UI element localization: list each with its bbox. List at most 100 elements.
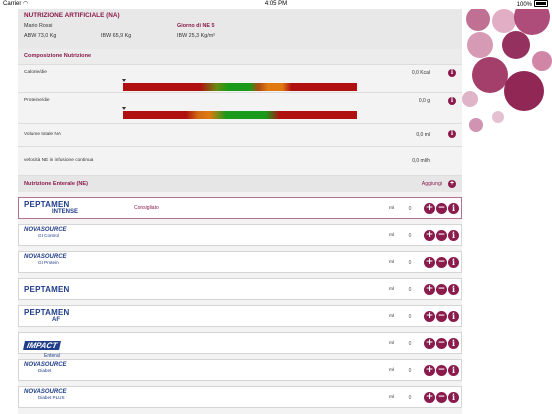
- battery-icon: [534, 0, 548, 7]
- unit-label: ml: [389, 395, 395, 400]
- proteins-value: 0,0 g: [418, 98, 430, 104]
- ibw-value: IBW 65,9 Kg: [101, 33, 132, 39]
- enteral-header: Nutrizione Enterale (NE) Aggiungi +: [18, 175, 462, 192]
- product-row[interactable]: PEPTAMEN ml +−i: [18, 278, 462, 300]
- product-logo: NOVASOURCE Diabet PLUS: [24, 389, 84, 407]
- unit-label: ml: [389, 368, 395, 373]
- quantity-input[interactable]: [399, 203, 421, 214]
- page-title: NUTRIZIONE ARTIFICIALE (NA): [24, 12, 120, 19]
- product-variant: GI Protein: [38, 260, 59, 265]
- product-brand: PEPTAMEN: [24, 200, 70, 209]
- info-icon[interactable]: i: [448, 230, 459, 241]
- product-logo: PEPTAMEN AF: [24, 308, 84, 326]
- decrease-button[interactable]: −: [436, 365, 447, 376]
- calories-gauge: [123, 83, 357, 91]
- decrease-button[interactable]: −: [436, 338, 447, 349]
- product-logo: IMPACT Enteral: [23, 335, 84, 359]
- clock: 4:05 PM: [264, 1, 288, 7]
- info-icon[interactable]: i: [448, 257, 459, 268]
- patient-header: NUTRIZIONE ARTIFICIALE (NA) Mario Rossi …: [18, 9, 462, 49]
- product-row[interactable]: NOVASOURCEDiabet ml +−i: [18, 359, 462, 381]
- increase-button[interactable]: +: [424, 392, 435, 403]
- volume-row: Volume totale NA 0,0 ml i: [18, 123, 462, 146]
- increase-button[interactable]: +: [424, 257, 435, 268]
- unit-label: ml: [389, 341, 395, 346]
- increase-button[interactable]: +: [424, 338, 435, 349]
- decrease-button[interactable]: −: [436, 392, 447, 403]
- volume-value: 0,0 ml: [416, 132, 430, 138]
- product-brand: IMPACT: [23, 341, 62, 350]
- abw-value: ABW 73,0 Kg: [24, 33, 57, 39]
- decrease-button[interactable]: −: [436, 257, 447, 268]
- calories-value: 0,0 Kcal: [411, 70, 430, 76]
- quantity-input[interactable]: [399, 257, 421, 268]
- product-row[interactable]: IMPACTEnteral ml +−i: [18, 332, 462, 359]
- decrease-button[interactable]: −: [436, 203, 447, 214]
- unit-label: ml: [389, 314, 395, 319]
- proteins-row: Proteine/die 0,0 g i: [18, 92, 462, 123]
- add-icon[interactable]: +: [448, 180, 456, 188]
- product-row[interactable]: PEPTAMENAF ml +−i: [18, 305, 462, 327]
- increase-button[interactable]: +: [424, 284, 435, 295]
- unit-label: ml: [389, 287, 395, 292]
- info-icon[interactable]: i: [448, 392, 459, 403]
- product-logo: NOVASOURCE GI Protein: [24, 254, 84, 272]
- proteins-gauge: [123, 111, 357, 119]
- infusion-rate-row: velocità NE in infusione continua 0,0 ml…: [18, 146, 462, 175]
- product-variant: GI Control: [38, 233, 59, 238]
- calories-row: Calorie/die 0,0 Kcal i: [18, 64, 462, 92]
- product-brand: PEPTAMEN: [24, 285, 70, 294]
- unit-label: ml: [389, 260, 395, 265]
- proteins-label: Proteine/die: [24, 98, 50, 103]
- info-icon[interactable]: i: [448, 130, 456, 138]
- product-list: PEPTAMENINTENSEConsigliatoml+−iNOVASOURC…: [18, 197, 462, 408]
- increase-button[interactable]: +: [424, 203, 435, 214]
- product-logo: NOVASOURCE GI Control: [24, 227, 84, 245]
- patient-name: Mario Rossi: [24, 23, 53, 29]
- volume-label: Volume totale NA: [24, 132, 62, 137]
- unit-label: ml: [389, 206, 395, 211]
- info-icon[interactable]: i: [448, 284, 459, 295]
- enteral-title: Nutrizione Enterale (NE): [24, 181, 89, 187]
- info-icon[interactable]: i: [448, 97, 456, 105]
- recommended-label: Consigliato: [134, 205, 159, 211]
- infusion-rate-value: 0,0 ml/h: [412, 158, 430, 164]
- status-bar: Carrier ◠ 4:05 PM 100%: [0, 0, 552, 9]
- proteins-marker: [122, 107, 126, 110]
- decrease-button[interactable]: −: [436, 230, 447, 241]
- product-variant: Diabet: [38, 368, 52, 373]
- decorative-circles: [462, 9, 552, 132]
- product-brand: PEPTAMEN: [24, 308, 70, 317]
- bmi-value: IBW 25,3 Kg/m²: [177, 33, 216, 39]
- product-row[interactable]: NOVASOURCEGI Protein ml +−i: [18, 251, 462, 273]
- info-icon[interactable]: i: [448, 203, 459, 214]
- quantity-input[interactable]: [399, 365, 421, 376]
- enteral-day: Giorno di NE 5: [177, 23, 215, 29]
- quantity-input[interactable]: [399, 392, 421, 403]
- increase-button[interactable]: +: [424, 311, 435, 322]
- product-row[interactable]: PEPTAMENINTENSE Consigliato ml +−i: [18, 197, 462, 219]
- product-row[interactable]: NOVASOURCEDiabet PLUS ml +−i: [18, 386, 462, 408]
- info-icon[interactable]: i: [448, 338, 459, 349]
- infusion-rate-label: velocità NE in infusione continua: [24, 158, 94, 163]
- quantity-input[interactable]: [399, 230, 421, 241]
- quantity-input[interactable]: [399, 338, 421, 349]
- increase-button[interactable]: +: [424, 365, 435, 376]
- quantity-input[interactable]: [399, 311, 421, 322]
- increase-button[interactable]: +: [424, 230, 435, 241]
- composition-title: Composizione Nutrizione: [18, 49, 462, 64]
- info-icon[interactable]: i: [448, 365, 459, 376]
- nutrition-panel: NUTRIZIONE ARTIFICIALE (NA) Mario Rossi …: [18, 9, 462, 414]
- add-product-button[interactable]: Aggiungi: [422, 176, 442, 192]
- info-icon[interactable]: i: [448, 311, 459, 322]
- calories-label: Calorie/die: [24, 70, 47, 75]
- decrease-button[interactable]: −: [436, 311, 447, 322]
- product-row[interactable]: NOVASOURCEGI Control ml +−i: [18, 224, 462, 246]
- decrease-button[interactable]: −: [436, 284, 447, 295]
- product-logo: NOVASOURCE Diabet: [24, 362, 84, 380]
- info-icon[interactable]: i: [448, 69, 456, 77]
- quantity-input[interactable]: [399, 284, 421, 295]
- product-logo: PEPTAMEN INTENSE: [24, 200, 84, 218]
- product-logo: PEPTAMEN: [24, 281, 84, 299]
- product-variant: AF: [52, 317, 60, 323]
